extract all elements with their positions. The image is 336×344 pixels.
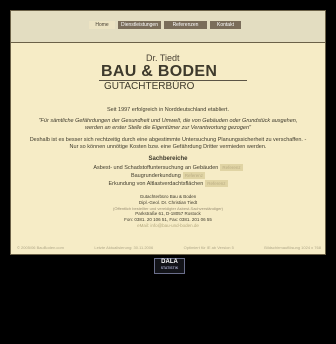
footer-copyright: © 2005/06 BauBoden.com [17, 245, 64, 250]
tagline: Seit 1997 erfolgreich in Norddeutschland… [107, 107, 229, 113]
nav-item-referenzen[interactable]: Referenzen [164, 21, 207, 29]
footer-browser: Optimiert für IE ab Version 5 [183, 245, 234, 250]
footer: © 2005/06 BauBoden.com Letzte Aktualisie… [17, 245, 321, 250]
referenz-link[interactable]: Referenz [220, 164, 243, 171]
service-label: Baugrunderkundung [130, 173, 181, 179]
badge-name: DALA [161, 259, 178, 265]
nav-item-home[interactable]: Home [89, 21, 115, 29]
badge-sub: STATISTIK [160, 266, 179, 270]
logo-name: Dr. Tiedt [146, 53, 180, 63]
referenz-link[interactable]: Referenz [182, 172, 206, 179]
address-block: Gutachterbüro Bau & Boden Dipl.-Geol. Dr… [11, 194, 325, 229]
service-label: Erkundung von Altlastverdachtsflächen [108, 181, 204, 187]
nav-item-dienstleistungen[interactable]: Dienstleistungen [118, 21, 161, 29]
service-item: Erkundung von Altlastverdachtsflächen Ref… [11, 180, 325, 188]
logo-brand: BAU & BODEN [101, 63, 218, 80]
nav-item-kontakt[interactable]: Kontakt [210, 21, 241, 29]
intro-text: Deshalb ist es besser sich rechtzeitig d… [29, 137, 307, 150]
email-link[interactable]: eMail: info@bau-und-boden.de [11, 223, 325, 229]
page-container: Home Dienstleistungen Referenzen Kontakt… [10, 10, 326, 255]
logo-subtitle: GUTACHTERBÜRO [104, 81, 195, 92]
main-content: Seit 1997 erfolgreich in Norddeutschland… [11, 107, 325, 229]
services-title: Sachbereiche [148, 156, 188, 162]
main-nav: Home Dienstleistungen Referenzen Kontakt [89, 21, 241, 29]
stats-badge[interactable]: DALA STATISTIK [154, 258, 185, 274]
header-strip: Home Dienstleistungen Referenzen Kontakt [11, 11, 325, 43]
footer-resolution: Bildschirmauflösung 1024 x 768 [264, 245, 321, 250]
service-item: Asbest- und Schadstoffuntersuchung an Ge… [11, 164, 325, 172]
service-item: Baugrunderkundung Referenz [11, 172, 325, 180]
quote: "Für sämtliche Gefährdungen der Gesundhe… [38, 118, 298, 131]
service-label: Asbest- und Schadstoffuntersuchung an Ge… [93, 165, 219, 171]
footer-updated: Letzte Aktualisierung: 30.11.2006 [94, 245, 154, 250]
referenz-link[interactable]: Referenz [205, 180, 228, 187]
